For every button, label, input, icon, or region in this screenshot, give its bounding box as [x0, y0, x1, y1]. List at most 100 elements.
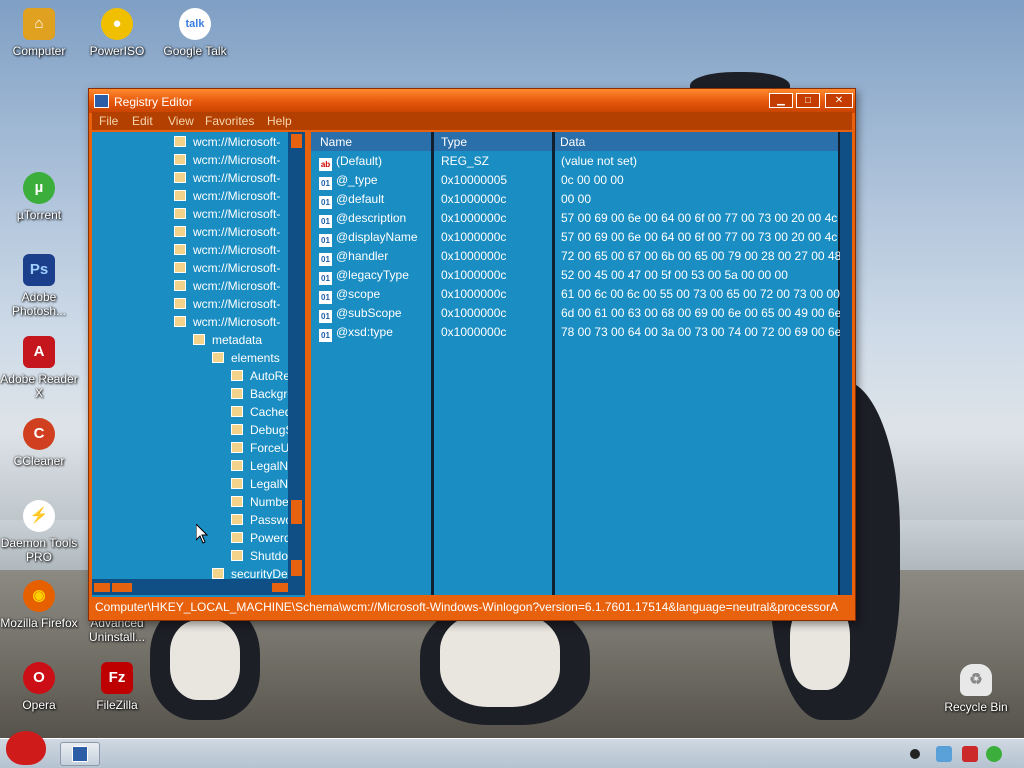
network-error-icon[interactable] — [962, 746, 978, 762]
value-row[interactable]: 01 @description 0x1000000c 57 00 69 00 6e… — [311, 209, 852, 228]
folder-icon — [174, 316, 186, 327]
tree-node-elements[interactable]: elements — [212, 349, 280, 367]
folder-icon — [231, 550, 243, 561]
menu-favorites[interactable]: Favorites — [205, 114, 254, 128]
tree-node[interactable]: LegalN — [231, 475, 288, 493]
desktop-icon-poweriso[interactable]: ● PowerISO — [78, 8, 156, 58]
taskbar-app-registry-editor[interactable] — [60, 742, 100, 766]
value-row[interactable]: ab (Default) REG_SZ (value not set) — [311, 152, 841, 171]
tree-scroll-thumb[interactable] — [291, 500, 302, 524]
ccleaner-icon: C — [23, 418, 55, 450]
tree-node[interactable]: ForceU — [231, 439, 289, 457]
value-name-cell: 01 @subScope — [319, 304, 402, 323]
value-name: @xsd:type — [336, 325, 393, 339]
folder-icon — [174, 280, 186, 291]
value-row[interactable]: 01 @xsd:type 0x1000000c 78 00 73 00 64 00… — [311, 323, 852, 342]
tree-node[interactable]: wcm://Microsoft- — [174, 169, 280, 187]
column-header-data[interactable]: Data — [560, 135, 585, 149]
tree-node[interactable]: Powerd — [231, 529, 291, 547]
opera-icon: O — [23, 662, 55, 694]
scroll-down-button[interactable] — [291, 560, 302, 576]
column-header-type[interactable]: Type — [441, 135, 467, 149]
binary-value-icon: 01 — [319, 310, 332, 323]
desktop-icon-recycle-bin[interactable]: ♻ Recycle Bin — [936, 664, 1016, 714]
maximize-button[interactable]: □ — [796, 93, 820, 108]
tree-node[interactable]: wcm://Microsoft- — [174, 259, 280, 277]
menu-edit[interactable]: Edit — [132, 114, 153, 128]
binary-value-icon: 01 — [319, 177, 332, 190]
tree-node[interactable]: wcm://Microsoft- — [174, 241, 280, 259]
key-path: Computer\HKEY_LOCAL_MACHINE\Schema\wcm:/… — [95, 600, 839, 614]
close-button[interactable]: ✕ — [825, 93, 853, 108]
record-icon[interactable] — [910, 749, 920, 759]
tree-node[interactable]: Numbe — [231, 493, 289, 511]
desktop-icon-label: Adobe Reader X — [0, 372, 78, 400]
values-list[interactable]: Name Type Data ab (Default) REG_SZ (value… — [311, 132, 852, 595]
value-row[interactable]: 01 @subScope 0x1000000c 6d 00 61 00 63 00… — [311, 304, 852, 323]
tree-node[interactable]: wcm://Microsoft- — [174, 187, 280, 205]
value-name-cell: 01 @legacyType — [319, 266, 409, 285]
values-vertical-scrollbar[interactable] — [840, 132, 852, 595]
desktop-icon-computer[interactable]: ⌂ Computer — [0, 8, 78, 58]
tree-node-expanded[interactable]: wcm://Microsoft- — [174, 313, 280, 331]
value-name-cell: ab (Default) — [319, 152, 382, 171]
desktop-icon-opera[interactable]: O Opera — [0, 662, 78, 712]
tree-node[interactable]: DebugS — [231, 421, 293, 439]
desktop-icon-firefox[interactable]: ◉ Mozilla Firefox — [0, 580, 78, 630]
utorrent-tray-icon[interactable] — [986, 746, 1002, 762]
tree-node[interactable]: Backgro — [231, 385, 294, 403]
talk-icon: talk — [179, 8, 211, 40]
desktop-icon-ccleaner[interactable]: C CCleaner — [0, 418, 78, 468]
desktop-icon-label: PowerISO — [89, 44, 145, 58]
binary-value-icon: 01 — [319, 253, 332, 266]
title-bar[interactable]: Registry Editor ▁ □ ✕ — [89, 89, 855, 113]
tree-node-metadata[interactable]: metadata — [193, 331, 262, 349]
desktop-icon-photoshop[interactable]: Ps Adobe Photosh... — [0, 254, 78, 318]
menu-help[interactable]: Help — [267, 114, 292, 128]
desktop-icon-utorrent[interactable]: µ µTorrent — [0, 172, 78, 222]
tree-node[interactable]: Passwo — [231, 511, 292, 529]
safely-remove-icon[interactable] — [936, 746, 952, 762]
tree-node[interactable]: Cached — [231, 403, 291, 421]
scroll-left-button[interactable] — [94, 583, 110, 592]
value-row[interactable]: 01 @displayName 0x1000000c 57 00 69 00 6e… — [311, 228, 852, 247]
tree-node[interactable]: AutoRe — [231, 367, 290, 385]
scroll-up-button[interactable] — [291, 134, 302, 148]
tree-node[interactable]: wcm://Microsoft- — [174, 277, 280, 295]
folder-icon — [231, 496, 243, 507]
tree-node[interactable]: wcm://Microsoft- — [174, 205, 280, 223]
value-row[interactable]: 01 @scope 0x1000000c 61 00 6c 00 6c 00 55… — [311, 285, 852, 304]
value-row[interactable]: 01 @legacyType 0x1000000c 52 00 45 00 47 … — [311, 266, 841, 285]
tree-node-label: wcm://Microsoft- — [193, 279, 281, 293]
tree-node[interactable]: LegalN — [231, 457, 288, 475]
value-row[interactable]: 01 @default 0x1000000c 00 00 — [311, 190, 841, 209]
tree-horizontal-scrollbar[interactable] — [92, 579, 305, 595]
tree-vertical-scrollbar[interactable] — [288, 132, 305, 579]
value-data: 61 00 6c 00 6c 00 55 00 73 00 65 00 72 0… — [561, 287, 852, 301]
desktop-icon-filezilla[interactable]: Fz FileZilla — [78, 662, 156, 712]
tree-node[interactable]: Shutdo — [231, 547, 288, 565]
desktop-icon-label: Opera — [22, 698, 56, 712]
tree-node[interactable]: wcm://Microsoft- — [174, 295, 280, 313]
tree-node[interactable]: wcm://Microsoft- — [174, 133, 280, 151]
value-name-cell: 01 @_type — [319, 171, 378, 190]
desktop-icon-adobe-reader[interactable]: A Adobe Reader X — [0, 336, 78, 400]
value-row[interactable]: 01 @_type 0x10000005 0c 00 00 00 — [311, 171, 841, 190]
column-header-name[interactable]: Name — [320, 135, 352, 149]
tree-node[interactable]: wcm://Microsoft- — [174, 223, 280, 241]
start-button[interactable] — [2, 731, 50, 767]
tree-node-label: wcm://Microsoft- — [193, 153, 281, 167]
tree-node-label: metadata — [212, 333, 263, 347]
daemon-tools-icon: ⚡ — [23, 500, 55, 532]
minimize-button[interactable]: ▁ — [769, 93, 793, 108]
desktop-icon-daemon-tools[interactable]: ⚡ Daemon Tools PRO — [0, 500, 78, 564]
value-data: 6d 00 61 00 63 00 68 00 69 00 6e 00 65 0… — [561, 306, 852, 320]
value-row[interactable]: 01 @handler 0x1000000c 72 00 65 00 67 00 … — [311, 247, 852, 266]
menu-view[interactable]: View — [168, 114, 194, 128]
folder-icon — [174, 172, 186, 183]
desktop-icon-google-talk[interactable]: talk Google Talk — [156, 8, 234, 58]
tree-hscroll-thumb[interactable] — [112, 583, 132, 592]
tree-node[interactable]: wcm://Microsoft- — [174, 151, 280, 169]
menu-file[interactable]: File — [99, 114, 118, 128]
scroll-right-button[interactable] — [272, 583, 288, 592]
